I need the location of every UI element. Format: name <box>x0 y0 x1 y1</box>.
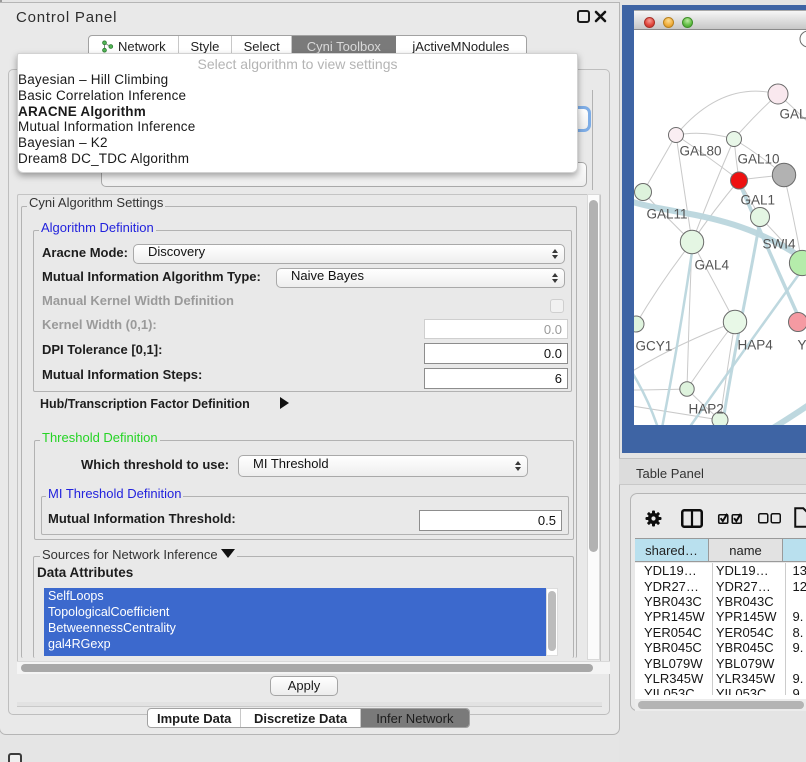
svg-text:HAP4: HAP4 <box>738 338 774 353</box>
svg-text:GAL: GAL <box>780 107 806 122</box>
svg-text:GAL1: GAL1 <box>741 193 776 208</box>
svg-text:GAL4: GAL4 <box>695 258 730 273</box>
svg-text:GCY1: GCY1 <box>636 339 673 354</box>
svg-text:Y: Y <box>798 338 806 353</box>
svg-text:GAL10: GAL10 <box>738 152 780 167</box>
svg-text:SWI4: SWI4 <box>763 237 796 252</box>
svg-text:GAL11: GAL11 <box>647 207 688 222</box>
svg-text:GAL80: GAL80 <box>680 144 722 159</box>
svg-text:HAP2: HAP2 <box>689 402 724 417</box>
